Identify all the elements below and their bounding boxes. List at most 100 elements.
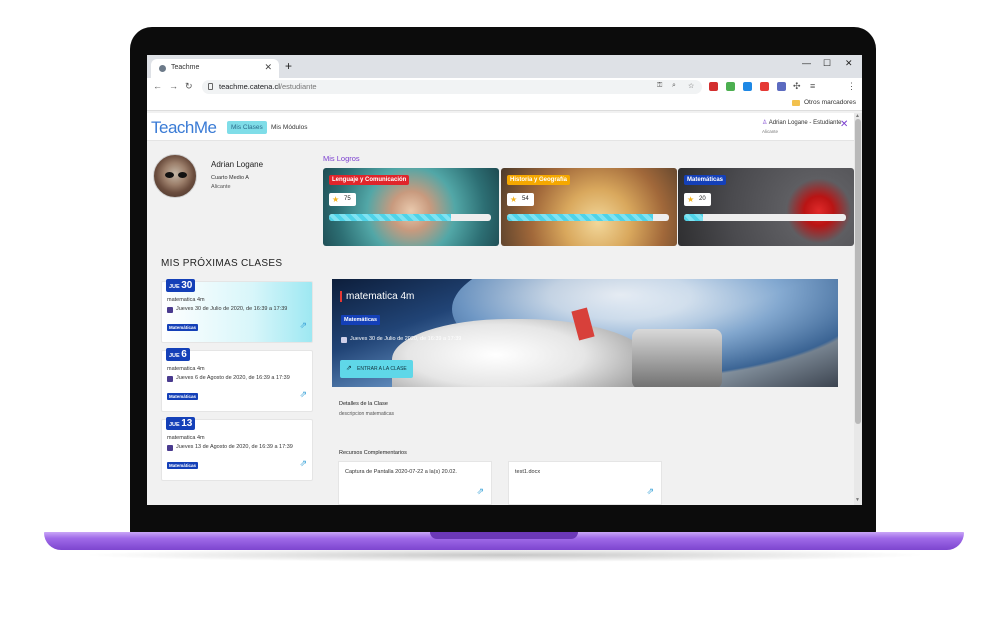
resource-card[interactable]: Captura de Pantalla 2020-07-22 a la(s) 2… xyxy=(338,461,492,505)
user-label: Adrian Logane - Estudiante xyxy=(768,120,842,126)
open-link-icon[interactable]: ⇗ xyxy=(299,458,307,469)
maximize-icon[interactable]: ☐ xyxy=(823,58,831,69)
achievement-score: ★ 20 xyxy=(684,193,711,206)
calendar-icon xyxy=(167,376,173,382)
nav-mis-modulos[interactable]: Mis Módulos xyxy=(267,121,311,134)
laptop-notch xyxy=(430,532,578,539)
extensions-puzzle-icon[interactable]: ✣ xyxy=(793,81,801,92)
date-day: JUE xyxy=(169,284,180,290)
enter-class-label: ENTRAR A LA CLASE xyxy=(357,366,407,372)
achievement-score: ★ 54 xyxy=(507,193,534,206)
extension-icon[interactable] xyxy=(709,82,718,91)
close-icon[interactable]: ✕ xyxy=(840,119,848,130)
progress-bar xyxy=(329,214,491,221)
forward-icon[interactable]: → xyxy=(169,81,178,91)
achievement-card[interactable]: Matemáticas ★ 20 xyxy=(678,168,854,246)
resources-title: Recursos Complementarios xyxy=(339,450,407,456)
date-day: JUE xyxy=(169,422,180,428)
avatar-eye xyxy=(178,172,187,178)
achievement-card[interactable]: Lenguaje y Comunicación ★ 75 xyxy=(323,168,499,246)
back-icon[interactable]: ← xyxy=(153,81,162,91)
lesson-name: matematica 4m xyxy=(167,366,205,372)
close-window-icon[interactable]: ✕ xyxy=(845,58,853,69)
star-icon: ★ xyxy=(687,195,695,204)
open-link-icon[interactable]: ⇗ xyxy=(476,486,484,497)
profile-name: Adrian Logane xyxy=(211,160,264,169)
reading-list-icon[interactable]: ≡ xyxy=(810,81,815,91)
lock-icon xyxy=(208,83,213,90)
user-sub: Alicante xyxy=(762,129,779,134)
menu-kebab-icon[interactable]: ⋮ xyxy=(847,81,856,92)
class-hero: matematica 4m Matemáticas Jueves 30 de J… xyxy=(332,279,838,387)
date-day: JUE xyxy=(169,353,180,359)
enter-class-button[interactable]: ⇗ ENTRAR A LA CLASE xyxy=(340,360,413,378)
hero-title: matematica 4m xyxy=(340,291,414,302)
bookmarks-bar: Otros marcadores xyxy=(147,96,862,111)
hero-astronaut-pack xyxy=(632,329,722,387)
achievement-score: ★ 75 xyxy=(329,193,356,206)
subject-badge: Matemáticas xyxy=(167,393,199,400)
resource-card[interactable]: test1.docx ⇗ xyxy=(508,461,662,505)
score-value: 20 xyxy=(699,196,706,202)
address-bar[interactable]: teachme.catena.cl/estudiante ⚿ ⌕ ☆ xyxy=(202,80,702,94)
bookmark-star-icon[interactable]: ☆ xyxy=(688,82,694,90)
progress-fill xyxy=(684,214,704,221)
laptop-mockup: Teachme ✕ + — ☐ ✕ ← → ↻ teachme.catena.c… xyxy=(0,0,1000,625)
calendar-icon xyxy=(167,307,173,313)
avatar-eye xyxy=(165,172,174,178)
achievement-tag: Historia y Geografía xyxy=(507,175,571,185)
calendar-icon xyxy=(341,337,347,343)
date-num: 30 xyxy=(181,280,193,291)
nav-mis-clases[interactable]: Mis Clases xyxy=(227,121,267,134)
extension-icon[interactable] xyxy=(760,82,769,91)
lesson-card[interactable]: JUE 30 matematica 4m Jueves 30 de Julio … xyxy=(161,279,313,343)
lesson-when: Jueves 30 de Julio de 2020, de 16:39 a 1… xyxy=(176,306,288,312)
open-link-icon[interactable]: ⇗ xyxy=(299,320,307,331)
url-text: teachme.catena.cl/estudiante xyxy=(219,82,317,91)
details-description: descripcion matematicas xyxy=(339,411,395,417)
user-menu[interactable]: ♙ Adrian Logane - Estudiante Alicante xyxy=(762,119,841,134)
lesson-card[interactable]: JUE 6 matematica 4m Jueves 6 de Agosto d… xyxy=(161,348,313,412)
new-tab-icon[interactable]: + xyxy=(285,59,292,73)
close-tab-icon[interactable]: ✕ xyxy=(264,62,272,73)
app-header: TeachMe Mis Clases Mis Módulos ♙ Adrian … xyxy=(147,113,854,141)
subject-badge: Matemáticas xyxy=(341,315,381,325)
subject-badge: Matemáticas xyxy=(167,462,199,469)
achievement-tag: Lenguaje y Comunicación xyxy=(329,175,410,185)
extension-icon[interactable] xyxy=(777,82,786,91)
scrollbar-thumb[interactable] xyxy=(855,119,861,424)
lesson-name: matematica 4m xyxy=(167,297,205,303)
profile-grade: Cuarto Medio A xyxy=(211,175,249,181)
reload-icon[interactable]: ↻ xyxy=(185,81,193,92)
achievement-card[interactable]: Historia y Geografía ★ 54 xyxy=(501,168,677,246)
open-link-icon[interactable]: ⇗ xyxy=(299,389,307,400)
date-num: 6 xyxy=(181,349,187,360)
lesson-date: JUE 6 xyxy=(166,348,190,361)
lesson-card[interactable]: JUE 13 matematica 4m Jueves 13 de Agosto… xyxy=(161,417,313,481)
lesson-date: JUE 30 xyxy=(166,279,196,292)
progress-fill xyxy=(329,214,451,221)
teachme-logo[interactable]: TeachMe xyxy=(151,118,217,138)
scroll-down-icon[interactable]: ▼ xyxy=(855,497,860,503)
browser-tab[interactable]: Teachme ✕ xyxy=(151,59,279,78)
zoom-icon[interactable]: ⌕ xyxy=(672,82,676,90)
browser-tabbar: Teachme ✕ + — ☐ ✕ xyxy=(147,55,862,78)
open-link-icon: ⇗ xyxy=(346,365,352,372)
lesson-date: JUE 13 xyxy=(166,417,196,430)
open-link-icon[interactable]: ⇗ xyxy=(646,486,654,497)
extension-icon[interactable] xyxy=(726,82,735,91)
subject-badge: Matemáticas xyxy=(167,324,199,331)
details-title: Detalles de la Clase xyxy=(339,401,388,407)
profile-location: Alicante xyxy=(211,184,231,190)
other-bookmarks[interactable]: Otros marcadores xyxy=(804,99,856,106)
date-num: 13 xyxy=(181,418,193,429)
minimize-icon[interactable]: — xyxy=(802,58,811,68)
key-icon[interactable]: ⚿ xyxy=(657,82,662,90)
star-icon: ★ xyxy=(332,195,340,204)
score-value: 75 xyxy=(344,196,351,202)
screen: Teachme ✕ + — ☐ ✕ ← → ↻ teachme.catena.c… xyxy=(147,55,862,505)
page-scrollbar[interactable]: ▲ ▼ xyxy=(854,113,862,505)
progress-bar xyxy=(507,214,669,221)
progress-fill xyxy=(507,214,653,221)
extension-icon[interactable] xyxy=(743,82,752,91)
